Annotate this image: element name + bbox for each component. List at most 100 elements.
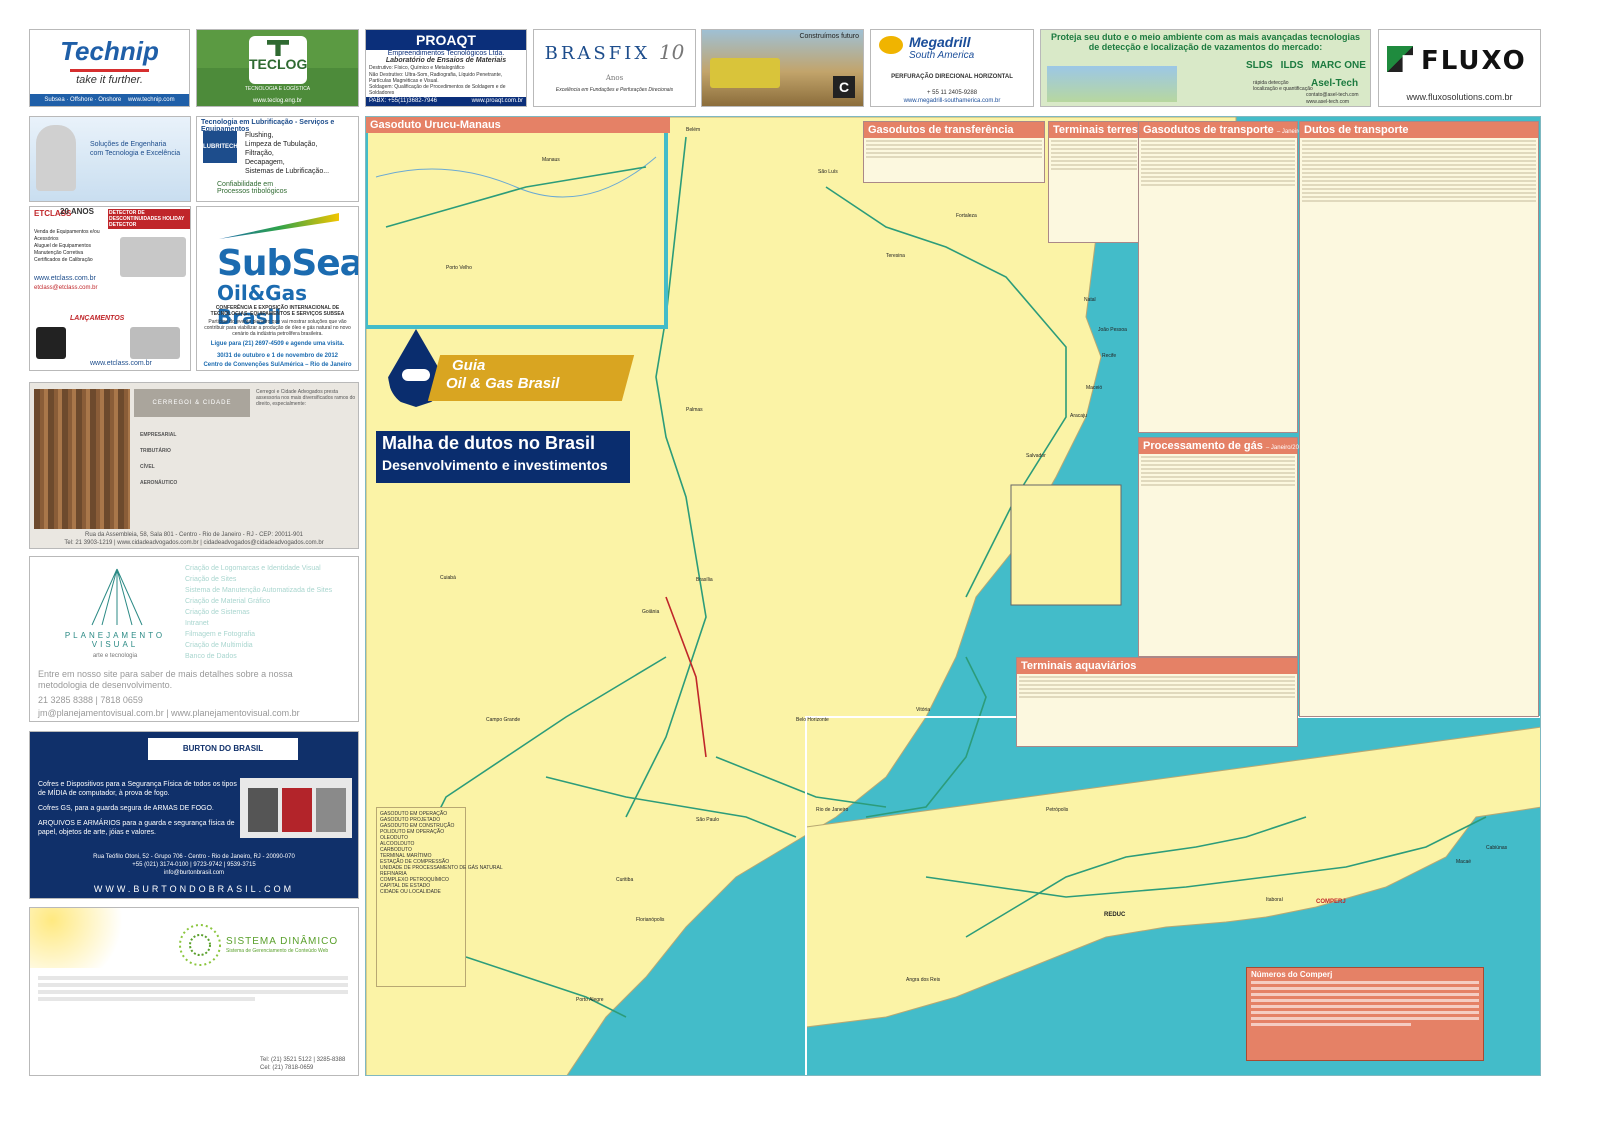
gasodutos-transferencia-title: Gasodutos de transferência [864,122,1044,138]
construimos-ad[interactable]: Construímos futuro C [701,29,864,107]
city-label: Salvador [1026,453,1046,459]
table-row [1302,180,1536,182]
table-row [1141,180,1295,182]
brasfix-name: BRASFIX [544,43,651,64]
brasfix-years-label: Anos [605,74,624,82]
city-label: Porto Velho [446,265,472,271]
sistema-phone: Tel: (21) 3521 5122 | 3285-8388 [260,1057,346,1063]
handshake-icon [402,369,430,381]
table-row [1302,168,1536,170]
megadrill-tag: PERFURAÇÃO DIRECIONAL HORIZONTAL [891,74,1013,80]
city-label: Manaus [542,157,560,163]
megadrill-sub: South America [909,50,975,61]
table-row [1141,484,1295,486]
table-row [1302,172,1536,174]
megadrill-ad[interactable]: Megadrill South America PERFURAÇÃO DIREC… [870,29,1034,107]
table-row [1141,156,1295,158]
lubritech-ad[interactable]: Tecnologia em Lubrificação - Serviços e … [196,116,359,202]
library-books-photo [34,389,130,529]
rj-label: Angra dos Reis [906,977,941,983]
city-label: Rio de Janeiro [816,807,849,813]
engineering-ad[interactable]: Soluções de Engenharia com Tecnologia e … [29,116,191,202]
pipeline-map[interactable]: Belém São Luís Fortaleza Teresina Natal … [365,116,1541,1076]
technip-footer: Subsea · Offshore · Onshore www.technip.… [30,94,189,106]
planejamento-logo-icon [91,568,143,626]
proaqt-line3: Soldagem: Qualificação de Procedimentos … [369,84,506,96]
lubritech-item: Filtração, [245,150,274,157]
teclog-t-icon [267,40,289,56]
etclass-url-bottom: www.etclass.com.br [90,360,152,367]
technip-tagline: take it further. [76,74,143,86]
yellow-glow [30,908,140,968]
city-label: Teresina [886,253,905,259]
city-label: Maceió [1086,385,1103,391]
etclass-url: www.etclass.com.br [34,275,96,282]
construimos-title: Construímos futuro [799,33,859,40]
brasfix-years: 10 [658,40,685,64]
table-row [1141,476,1295,478]
aseltech-ad[interactable]: Proteja seu duto e o meio ambiente com a… [1040,29,1371,107]
planejamento-ad[interactable]: PLANEJAMENTO VISUAL arte e tecnologia Cr… [29,556,359,722]
table-row [1302,140,1536,142]
lubritech-item: Decapagem, [245,159,285,166]
cerregoi-ad[interactable]: CERREGOI & CIDADE Cerregoi e Cidade Advo… [29,382,359,549]
comperj-body [1251,981,1479,1026]
processamento-gas-table: Processamento de gás – Janeiro/2011 [1138,437,1305,657]
rj-label: Cabiúnas [1486,845,1508,851]
detector-device-photo [120,237,186,277]
lubritech-list: Flushing, Limpeza de Tubulação, Filtraçã… [245,131,329,176]
table-row [1302,192,1536,194]
planejamento-cta: Entre em nosso site para saber de mais d… [38,669,293,690]
subsea-ad[interactable]: SubSea Oil&Gas Brasil CONFERÊNCIA E EXPO… [196,206,359,371]
table-row [1019,688,1295,690]
city-label: Belo Horizonte [796,717,829,723]
table-row [1051,152,1137,154]
text-line [38,976,348,980]
terminais-terrestres-table: Terminais terrestres [1048,121,1158,243]
dutos-transporte-title: Dutos de transporte [1300,122,1538,138]
text-line [1251,999,1479,1002]
burton-ad[interactable]: BURTON DO BRASIL Cofres e Dispositivos p… [29,731,359,899]
sistema-name: SISTEMA DINÂMICO [226,936,339,947]
urucu-inset-box [366,117,668,329]
city-label: Recife [1102,353,1117,359]
proaqt-phone: PABX: +55(11)3682-7946 [369,98,437,104]
etclass-ad[interactable]: ETCLASS 20 ANOS DETECTOR DE DESCONTINUID… [29,206,191,371]
table-row [1051,144,1137,146]
burton-item: Cofres e Dispositivos para a Segurança F… [38,781,237,797]
rj-label: REDUC [1104,912,1126,918]
gauge-device-photo [36,327,66,359]
technip-ad[interactable]: Technip take it further. Subsea · Offsho… [29,29,190,107]
table-row [1302,188,1536,190]
table-row [1051,148,1137,150]
proaqt-url: www.proaqt.com.br [471,98,523,104]
proaqt-line2: Não Destrutivo: Ultra-Som, Radiografia, … [369,72,503,84]
cerregoi-contact: Tel: 21 3903-1219 | www.cidadeadvogados.… [64,540,324,546]
table-row [1302,148,1536,150]
text-line [1251,981,1479,984]
excavator-icon [710,58,780,88]
guia-line2: Oil & Gas Brasil [446,375,560,392]
burton-url: WWW.BURTONDOBRASIL.COM [93,884,295,894]
planejamento-service: Banco de Dados [185,653,237,660]
rj-label: Itaboraí [1266,897,1283,903]
teclog-name: TECLOG [249,56,308,72]
proaqt-line1: Destrutivo: Físico, Químico e Metalográf… [369,65,465,71]
proaqt-ad[interactable]: PROAQT Empreendimentos Tecnológicos Ltda… [365,29,527,107]
legend-item: CIDADE OU LOCALIDADE [380,889,441,895]
brasfix-tag: Excelência em Fundações e Perfurações Di… [555,87,674,93]
proaqt-sub: Empreendimentos Tecnológicos Ltda. [387,50,505,57]
planejamento-service: Sistema de Manutenção Automatizada de Si… [185,587,333,594]
planejamento-service: Criação de Material Gráfico [185,598,271,605]
brasfix-ad[interactable]: BRASFIX 10 Anos Excelência em Fundações … [533,29,696,107]
gasodutos-transporte-table: Gasodutos de transporte – Janeiro/2011 [1138,121,1316,433]
fluxo-ad[interactable]: FLUXO www.fluxosolutions.com.br [1378,29,1541,107]
teclog-ad[interactable]: TECLOG TECNOLOGIA E LOGÍSTICA www.teclog… [196,29,359,107]
sistema-ad[interactable]: SISTEMA DINÂMICO Sistema de Gerenciament… [29,907,359,1076]
subsea-dates: 30/31 de outubro e 1 de novembro de 2012 [216,353,339,359]
burton-logo: BURTON DO BRASIL [148,738,298,760]
comperj-box: Números do Comperj [1246,967,1484,1061]
etclass-item: Certificados de Calibração [34,257,93,263]
technip-footer-text: Subsea · Offshore · Onshore [44,97,122,103]
contrail-logo-icon: C [833,76,855,98]
